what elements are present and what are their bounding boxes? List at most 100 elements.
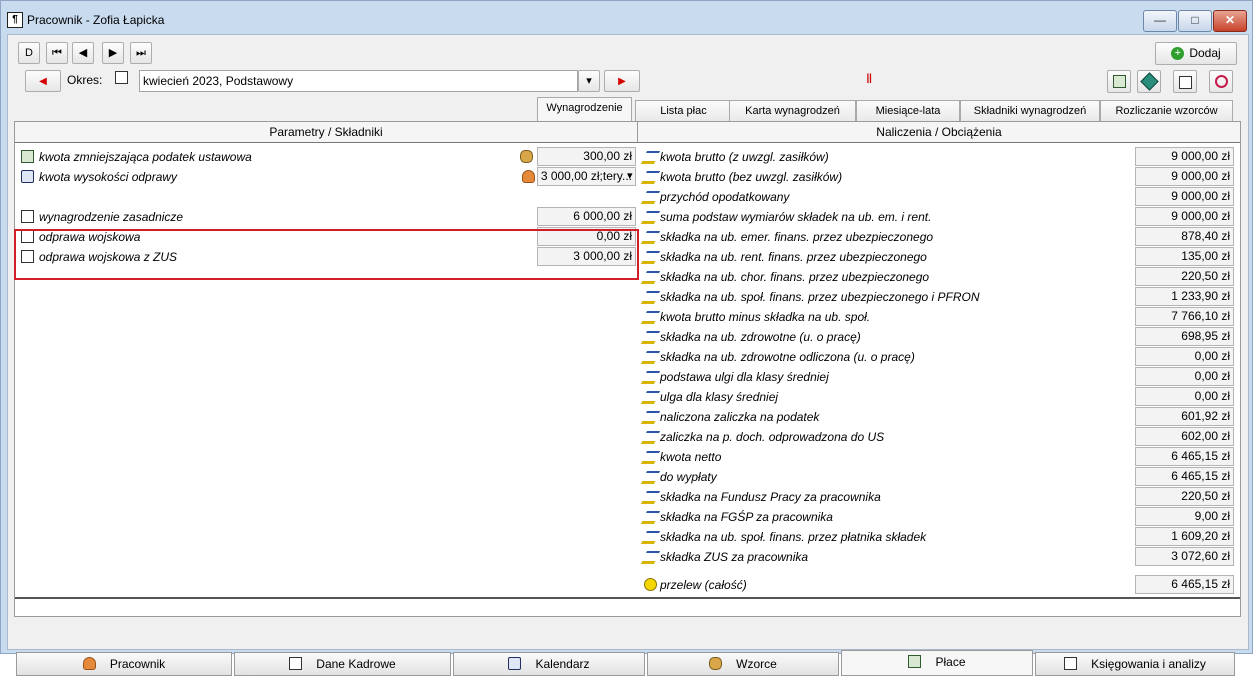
bottom-tab-label: Dane Kadrowe: [316, 657, 396, 671]
tab-miesiace-lata[interactable]: Miesiące-lata: [856, 100, 960, 121]
charge-value[interactable]: 1 609,20 zł: [1135, 527, 1234, 546]
parameter-value[interactable]: 6 000,00 zł: [537, 207, 636, 226]
charge-label: suma podstaw wymiarów składek na ub. em.…: [660, 210, 932, 224]
parameter-value[interactable]: 300,00 zł: [537, 147, 636, 166]
charge-value[interactable]: 9 000,00 zł: [1135, 147, 1234, 166]
charge-value[interactable]: 9 000,00 zł: [1135, 187, 1234, 206]
right-column-header: Naliczenia / Obciążenia: [638, 122, 1240, 143]
charge-label: kwota brutto (z uwzgl. zasiłków): [660, 150, 829, 164]
charge-row[interactable]: kwota brutto minus składka na ub. społ. 7…: [638, 307, 1240, 326]
parameter-row[interactable]: kwota zmniejszająca podatek ustawowa 300,…: [15, 147, 637, 166]
calendar-icon: [508, 657, 522, 671]
bottom-tab-dane-kadrowe[interactable]: Dane Kadrowe: [234, 652, 451, 676]
charge-row[interactable]: składka na ub. zdrowotne (u. o pracę) 698…: [638, 327, 1240, 346]
calculation-icon: [640, 411, 661, 424]
charge-value[interactable]: 135,00 zł: [1135, 247, 1234, 266]
charge-row[interactable]: zaliczka na p. doch. odprowadzona do US 6…: [638, 427, 1240, 446]
charge-row[interactable]: ulga dla klasy średniej 0,00 zł: [638, 387, 1240, 406]
tab-rozliczanie-wzorcow[interactable]: Rozliczanie wzorców: [1100, 100, 1233, 121]
charge-value[interactable]: 9 000,00 zł: [1135, 167, 1234, 186]
charge-row[interactable]: składka ZUS za pracownika 3 072,60 zł: [638, 547, 1240, 566]
panel-divider: [15, 597, 1240, 599]
minimize-button[interactable]: —: [1143, 10, 1177, 32]
add-button-label: Dodaj: [1189, 46, 1221, 60]
charge-label: składka ZUS za pracownika: [660, 550, 809, 564]
last-record-button[interactable]: ⏭: [130, 42, 152, 64]
status-marker-icon: Ⅱ: [866, 71, 873, 86]
charge-value[interactable]: 0,00 zł: [1135, 347, 1234, 366]
parameter-value[interactable]: 3 000,00 zł;tery...: [537, 167, 636, 186]
charge-row[interactable]: przychód opodatkowany 9 000,00 zł: [638, 187, 1240, 206]
parameter-row[interactable]: wynagrodzenie zasadnicze 6 000,00 zł: [15, 207, 637, 226]
person-icon: [82, 657, 96, 671]
print-button[interactable]: [1173, 70, 1197, 93]
first-record-button[interactable]: ⏮: [46, 42, 68, 64]
charge-label: składka na ub. emer. finans. przez ubezp…: [660, 230, 934, 244]
transfer-row[interactable]: przelew (całość) 6 465,15 zł: [638, 575, 1240, 594]
add-button[interactable]: + Dodaj: [1155, 42, 1237, 65]
charge-row[interactable]: kwota brutto (bez uwzgl. zasiłków) 9 000,…: [638, 167, 1240, 186]
new-record-button[interactable]: D: [18, 42, 40, 64]
charge-value[interactable]: 6 465,15 zł: [1135, 467, 1234, 486]
charge-value[interactable]: 602,00 zł: [1135, 427, 1234, 446]
value-dropdown-icon[interactable]: ▾: [627, 169, 633, 182]
charge-label: składka na ub. zdrowotne odliczona (u. o…: [660, 350, 915, 364]
charge-value[interactable]: 7 766,10 zł: [1135, 307, 1234, 326]
charge-row[interactable]: podstawa ulgi dla klasy średniej 0,00 zł: [638, 367, 1240, 386]
bottom-tab-ksiegowania[interactable]: Księgowania i analizy: [1035, 652, 1235, 676]
bottom-tab-pracownik[interactable]: Pracownik: [16, 652, 232, 676]
charge-value[interactable]: 601,92 zł: [1135, 407, 1234, 426]
left-column-header: Parametry / Składniki: [15, 122, 638, 143]
charge-row[interactable]: składka na Fundusz Pracy za pracownika 22…: [638, 487, 1240, 506]
personnel-card-icon: [289, 657, 303, 671]
transfer-value[interactable]: 6 465,15 zł: [1135, 575, 1234, 594]
charge-row[interactable]: suma podstaw wymiarów składek na ub. em.…: [638, 207, 1240, 226]
charge-value[interactable]: 0,00 zł: [1135, 367, 1234, 386]
charge-value[interactable]: 878,40 zł: [1135, 227, 1234, 246]
parameter-row[interactable]: kwota wysokości odprawy 3 000,00 zł;tery.…: [15, 167, 637, 186]
next-record-button[interactable]: ▶: [102, 42, 124, 64]
charge-value[interactable]: 9 000,00 zł: [1135, 207, 1234, 226]
charge-row[interactable]: składka na ub. rent. finans. przez ubezp…: [638, 247, 1240, 266]
bottom-tab-kalendarz[interactable]: Kalendarz: [453, 652, 645, 676]
period-dropdown-button[interactable]: ▾: [578, 70, 600, 92]
charge-value[interactable]: 220,50 zł: [1135, 267, 1234, 286]
tab-wynagrodzenie[interactable]: Wynagrodzenie: [537, 97, 632, 122]
tab-karta-wynagrodzen[interactable]: Karta wynagrodzeń: [729, 100, 856, 121]
charge-value[interactable]: 698,95 zł: [1135, 327, 1234, 346]
charge-value[interactable]: 9,00 zł: [1135, 507, 1234, 526]
next-period-button[interactable]: ▶: [604, 70, 640, 92]
charge-value[interactable]: 3 072,60 zł: [1135, 547, 1234, 566]
calculator-button[interactable]: [1107, 70, 1131, 93]
prev-period-button[interactable]: ◀: [25, 70, 61, 92]
charge-row[interactable]: składka na ub. zdrowotne odliczona (u. o…: [638, 347, 1240, 366]
charge-row[interactable]: składka na FGŚP za pracownika 9,00 zł: [638, 507, 1240, 526]
charge-value[interactable]: 220,50 zł: [1135, 487, 1234, 506]
coin-icon: [644, 578, 657, 591]
charge-row[interactable]: składka na ub. chor. finans. przez ubezp…: [638, 267, 1240, 286]
parameter-label: kwota wysokości odprawy: [39, 170, 178, 184]
bottom-tab-wzorce[interactable]: Wzorce: [647, 652, 839, 676]
period-select[interactable]: kwiecień 2023, Podstawowy: [139, 70, 578, 92]
charge-row[interactable]: kwota brutto (z uwzgl. zasiłków) 9 000,00…: [638, 147, 1240, 166]
charge-row[interactable]: składka na ub. społ. finans. przez płatn…: [638, 527, 1240, 546]
charge-row[interactable]: kwota netto 6 465,15 zł: [638, 447, 1240, 466]
bottom-tab-label: Wzorce: [736, 657, 777, 671]
search-icon: [21, 170, 34, 183]
tab-lista-plac[interactable]: Lista płac: [635, 100, 732, 121]
charge-row[interactable]: naliczona zaliczka na podatek 601,92 zł: [638, 407, 1240, 426]
recalculate-button[interactable]: [1209, 70, 1233, 93]
charge-value[interactable]: 6 465,15 zł: [1135, 447, 1234, 466]
charge-row[interactable]: składka na ub. emer. finans. przez ubezp…: [638, 227, 1240, 246]
prev-record-button[interactable]: ◀: [72, 42, 94, 64]
charge-value[interactable]: 1 233,90 zł: [1135, 287, 1234, 306]
charge-row[interactable]: do wypłaty 6 465,15 zł: [638, 467, 1240, 486]
maximize-button[interactable]: □: [1178, 10, 1212, 32]
close-button[interactable]: ✕: [1213, 10, 1247, 32]
charge-label: kwota brutto minus składka na ub. społ.: [660, 310, 871, 324]
charge-row[interactable]: składka na ub. społ. finans. przez ubezp…: [638, 287, 1240, 306]
tab-skladniki-wynagrodzen[interactable]: Składniki wynagrodzeń: [960, 100, 1100, 121]
book-button[interactable]: [1137, 70, 1161, 93]
charge-label: zaliczka na p. doch. odprowadzona do US: [660, 430, 885, 444]
charge-value[interactable]: 0,00 zł: [1135, 387, 1234, 406]
